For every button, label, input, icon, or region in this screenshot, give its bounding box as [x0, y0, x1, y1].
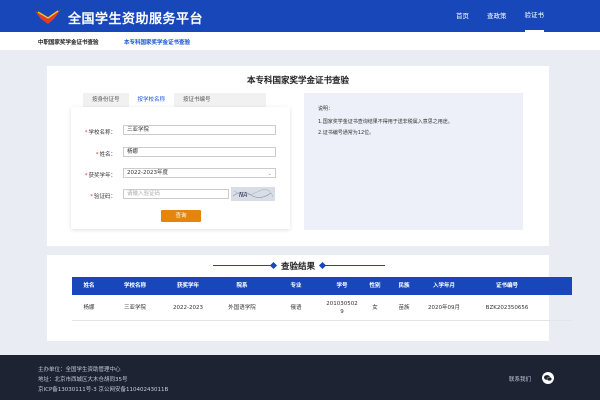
- cell-enroll-date: 2020年09月: [428, 305, 460, 311]
- page-title: 本专科国家奖学金证书查验: [246, 76, 349, 86]
- footer-address: 地址：北京市西城区大木仓胡同35号: [38, 377, 128, 383]
- cell-school: 三亚学院: [123, 305, 146, 311]
- cell-department: 外国语学院: [228, 305, 256, 311]
- note-line: 2.证书编号通常为12位。: [318, 130, 375, 136]
- notes-panel: 说明： 1.国家奖学金证书查询结果不得用于送非税属入意思之用途。 2.证书编号通…: [304, 93, 523, 230]
- name-input[interactable]: 杨娜: [123, 147, 276, 157]
- year-selected-value: 2022-2023年度: [127, 170, 168, 176]
- column-header: 学校名称: [123, 283, 146, 289]
- column-header: 专业: [290, 283, 302, 289]
- school-input[interactable]: 三亚学院: [123, 125, 276, 135]
- captcha-image[interactable]: NA: [231, 187, 275, 201]
- column-header: 民族: [398, 283, 410, 289]
- site-title: 全国学生资助服务平台: [68, 12, 204, 27]
- column-header: 姓名: [83, 283, 95, 289]
- school-label: *学校名称：: [84, 130, 116, 136]
- title-divider-right: [325, 265, 385, 266]
- note-line: 1.国家奖学金证书查询结果不得用于送非税属入意思之用途。: [318, 119, 453, 125]
- sub-nav: 中职国家奖学金证书查验 本专科国家奖学金证书查验: [0, 32, 600, 50]
- query-tabs: 按身份证号 按学校名称 按证书编号: [83, 93, 266, 107]
- tab-by-school[interactable]: 按学校名称: [128, 93, 175, 107]
- wechat-icon[interactable]: [542, 372, 554, 384]
- cell-year: 2022-2023: [173, 305, 203, 311]
- captcha-label: *验证码：: [90, 194, 116, 200]
- column-header: 院系: [236, 283, 248, 289]
- cell-major: 俄语: [290, 305, 302, 311]
- footer-organizer: 主办单位：全国学生资助管理中心: [38, 367, 121, 373]
- captcha-noise-icon: NA: [232, 189, 274, 199]
- year-label: *获奖学年：: [84, 173, 116, 179]
- subnav-item-vocational[interactable]: 中职国家奖学金证书查验: [38, 38, 99, 46]
- logo-icon: [35, 9, 61, 24]
- cell-ethnicity: 苗族: [398, 305, 410, 311]
- chevron-down-icon: ⌄: [267, 171, 272, 177]
- tab-by-id[interactable]: 按身份证号: [83, 93, 129, 107]
- column-header: 学号: [336, 283, 348, 289]
- cell-name: 杨娜: [83, 305, 95, 311]
- query-button[interactable]: 查询: [161, 210, 201, 222]
- table-row: 杨娜 三亚学院 2022-2023 外国语学院 俄语 2010305029 女 …: [72, 295, 572, 321]
- year-select[interactable]: 2022-2023年度 ⌄: [123, 168, 276, 178]
- column-header: 性别: [369, 283, 381, 289]
- column-header: 获奖学年: [176, 283, 199, 289]
- nav-item-policy[interactable]: 查政策: [487, 0, 507, 32]
- result-table-header: 姓名 学校名称 获奖学年 院系 专业 学号 性别 民族 入学年月 证书编号: [72, 277, 572, 295]
- nav-item-home[interactable]: 首页: [456, 0, 469, 32]
- captcha-input[interactable]: 请输入验证码: [123, 189, 229, 199]
- captcha-text: NA: [238, 191, 247, 199]
- cell-student-id: 2010305029: [326, 301, 358, 315]
- footer-icp: 京ICP备13030111号-3 京公网安备11040243011B: [38, 387, 169, 393]
- nav-item-verify[interactable]: 验证书: [524, 0, 544, 32]
- tab-by-certificate[interactable]: 按证书编号: [174, 93, 220, 107]
- top-header: 全国学生资助服务平台 首页 查政策 验证书: [0, 0, 600, 32]
- contact-us-link[interactable]: 联系我们: [509, 375, 531, 383]
- column-header: 入学年月: [432, 283, 455, 289]
- subnav-item-undergrad[interactable]: 本专科国家奖学金证书查验: [124, 38, 190, 46]
- cell-gender: 女: [372, 305, 378, 311]
- main-nav: 首页 查政策 验证书: [438, 0, 544, 32]
- column-header: 证书编号: [495, 283, 518, 289]
- notes-heading: 说明：: [318, 106, 334, 112]
- cell-certificate-no: BZK202350656: [485, 305, 529, 311]
- result-title: 查验结果: [280, 262, 315, 272]
- name-label: *姓名：: [95, 152, 116, 158]
